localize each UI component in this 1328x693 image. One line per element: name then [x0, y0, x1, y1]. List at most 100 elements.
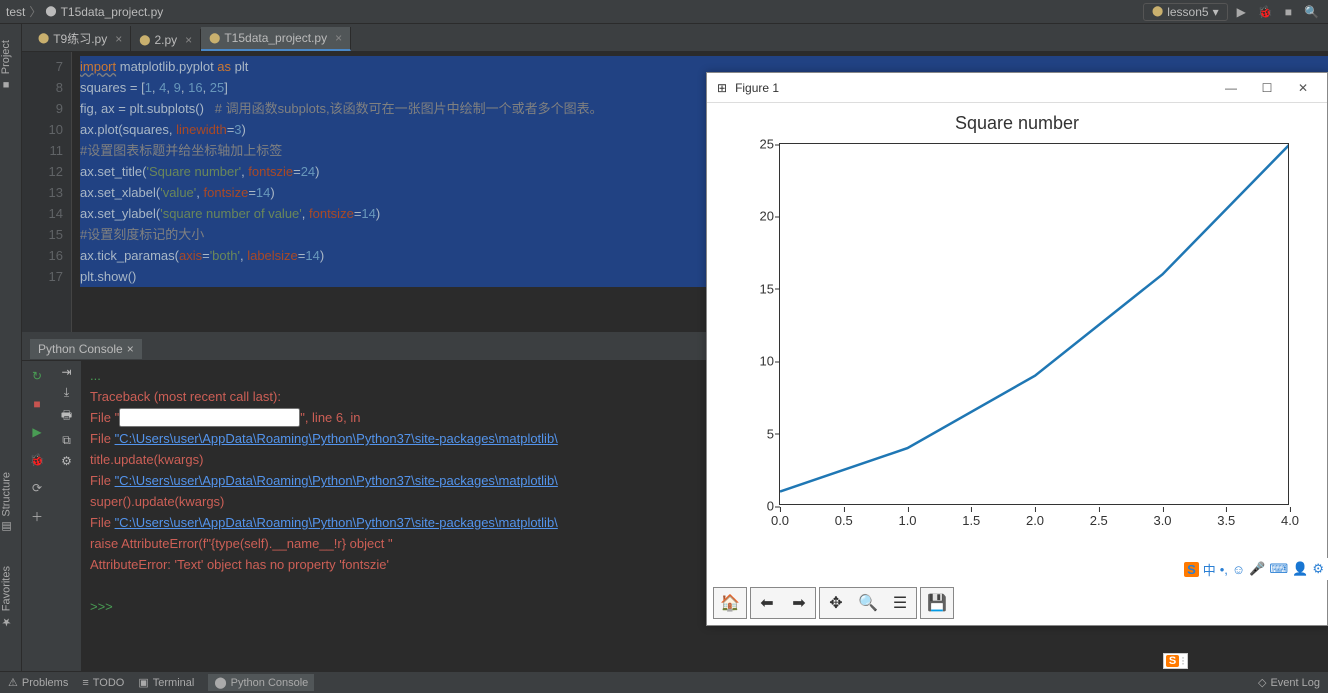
save-icon[interactable]: 💾: [921, 588, 953, 618]
ime-user-icon[interactable]: 👤: [1292, 561, 1308, 577]
terminal-tool[interactable]: ▣Terminal: [138, 676, 194, 689]
back-icon[interactable]: ⬅: [751, 588, 783, 618]
ime-mic-icon[interactable]: 🎤: [1249, 561, 1265, 577]
breadcrumb-root[interactable]: test: [6, 5, 25, 19]
favorites-tool[interactable]: ★ Favorites: [0, 560, 13, 634]
history-icon[interactable]: ⟳: [26, 477, 48, 499]
ime-settings-icon[interactable]: ⚙: [1312, 561, 1324, 577]
axes: 05101520250.00.51.01.52.02.53.03.54.0: [779, 143, 1289, 505]
x-tick: 3.0: [1153, 513, 1171, 528]
traceback-link[interactable]: "C:\Users\user\AppData\Roaming\Python\Py…: [115, 431, 558, 446]
stop-icon[interactable]: ■: [26, 393, 48, 415]
x-tick: 4.0: [1281, 513, 1299, 528]
y-tick: 5: [748, 426, 774, 441]
run-config-label: lesson5: [1167, 5, 1208, 19]
close-button[interactable]: ✕: [1289, 81, 1317, 95]
y-tick: 10: [748, 354, 774, 369]
x-tick: 3.5: [1217, 513, 1235, 528]
mpl-toolbar: 🏠 ⬅➡ ✥🔍☰ 💾: [707, 581, 960, 625]
breadcrumb: test 〉 ⬤ T15data_project.py: [6, 3, 1143, 20]
tab-label: T15data_project.py: [224, 31, 327, 45]
line-series: [780, 144, 1288, 504]
console-tab-label: Python Console: [38, 342, 123, 356]
x-tick: 1.5: [962, 513, 980, 528]
top-toolbar: test 〉 ⬤ T15data_project.py ⬤ lesson5 ▾ …: [0, 0, 1328, 24]
python-console-tab[interactable]: Python Console ×: [30, 339, 142, 359]
event-log-tool[interactable]: ◇Event Log: [1258, 676, 1320, 689]
left-tool-strip: ■ Project ▤ Structure ★ Favorites: [0, 24, 22, 671]
editor-tab[interactable]: ⬤ 2.py ×: [131, 29, 201, 51]
editor-tab[interactable]: ⬤T9练习.py×: [30, 26, 131, 51]
figure-window[interactable]: ⊞ Figure 1 — ☐ ✕ Square number 051015202…: [706, 72, 1328, 626]
x-tick: 0.5: [835, 513, 853, 528]
pan-icon[interactable]: ✥: [820, 588, 852, 618]
sogou-icon-small: S: [1166, 655, 1179, 667]
traceback-link[interactable]: "C:\Users\user\AppData\Roaming\Python\Py…: [115, 515, 558, 530]
forward-icon[interactable]: ➡: [783, 588, 815, 618]
breadcrumb-file[interactable]: T15data_project.py: [61, 5, 164, 19]
problems-tool[interactable]: ⚠Problems: [8, 676, 68, 689]
todo-icon: ≡: [82, 677, 88, 689]
sogou-icon[interactable]: S: [1184, 562, 1199, 577]
settings-icon[interactable]: ⚙: [61, 454, 72, 468]
home-icon[interactable]: 🏠: [714, 588, 746, 618]
editor-tab[interactable]: ⬤ T15data_project.py ×: [201, 27, 351, 51]
add-icon[interactable]: ＋: [26, 505, 48, 527]
traceback-link[interactable]: "C:\Users\user\AppData\Roaming\Python\Py…: [115, 473, 558, 488]
bottom-toolbar: ⚠Problems ≡TODO ▣Terminal ⬤Python Consol…: [0, 671, 1328, 693]
link-icon[interactable]: ⧉: [62, 433, 71, 448]
chevron-right-icon: 〉: [29, 3, 41, 20]
ime-toolbar[interactable]: S 中 •, ☺ 🎤 ⌨ 👤 ⚙: [1180, 558, 1328, 580]
x-tick: 0.0: [771, 513, 789, 528]
zoom-icon[interactable]: 🔍: [852, 588, 884, 618]
project-tool[interactable]: ■ Project: [0, 34, 12, 96]
ime-emoji-icon[interactable]: ☺: [1232, 562, 1245, 577]
close-icon[interactable]: ×: [115, 32, 122, 46]
ime-punct-icon[interactable]: •,: [1220, 562, 1228, 577]
window-titlebar[interactable]: ⊞ Figure 1 — ☐ ✕: [707, 73, 1327, 103]
terminal-icon: ▣: [138, 676, 148, 689]
softwrap-icon[interactable]: ⇥: [61, 365, 71, 379]
y-tick: 0: [748, 499, 774, 514]
scroll-end-icon[interactable]: ⤓: [64, 385, 69, 400]
search-icon[interactable]: 🔍: [1301, 5, 1322, 19]
python-file-icon: ⬤: [139, 35, 150, 46]
close-icon[interactable]: ×: [185, 33, 192, 47]
run-icon[interactable]: ▶: [1234, 5, 1249, 19]
minimize-button[interactable]: —: [1217, 81, 1245, 95]
x-tick: 1.0: [898, 513, 916, 528]
tab-label: 2.py: [154, 33, 177, 47]
debug-icon[interactable]: 🐞: [26, 449, 48, 471]
close-icon[interactable]: ×: [127, 342, 134, 356]
python-icon: ⬤: [214, 676, 226, 689]
editor-tabs: ⬤T9练习.py× ⬤ 2.py × ⬤ T15data_project.py ×: [0, 24, 1328, 52]
python-file-icon: ⬤: [209, 33, 220, 44]
dropdown-icon: ⁝: [1181, 654, 1185, 668]
rerun-icon[interactable]: ↻: [26, 365, 48, 387]
todo-tool[interactable]: ≡TODO: [82, 677, 124, 689]
x-tick: 2.0: [1026, 513, 1044, 528]
language-indicator[interactable]: S ⁝: [1163, 653, 1188, 669]
console-toolbar-left: ↻ ■ ▶ 🐞 ⟳ ＋: [22, 361, 52, 671]
configure-icon[interactable]: ☰: [884, 588, 916, 618]
maximize-button[interactable]: ☐: [1253, 81, 1281, 95]
close-icon[interactable]: ×: [335, 31, 342, 45]
warning-icon: ⚠: [8, 676, 18, 689]
run-icon[interactable]: ▶: [26, 421, 48, 443]
structure-tool[interactable]: ▤ Structure: [0, 466, 13, 540]
x-tick: 2.5: [1090, 513, 1108, 528]
console-toolbar-2: ⇥ ⤓ 🖶 ⧉ ⚙: [52, 361, 82, 671]
chart-title: Square number: [707, 113, 1327, 134]
ime-keyboard-icon[interactable]: ⌨: [1269, 561, 1288, 577]
event-log-icon: ◇: [1258, 676, 1266, 689]
chevron-down-icon: ▾: [1213, 5, 1219, 19]
stop-icon[interactable]: ■: [1282, 5, 1295, 19]
y-tick: 15: [748, 281, 774, 296]
run-config-dropdown[interactable]: ⬤ lesson5 ▾: [1143, 3, 1228, 21]
print-icon[interactable]: 🖶: [61, 406, 72, 427]
line-gutter: 7891011121314151617: [22, 52, 72, 332]
python-console-tool[interactable]: ⬤Python Console: [208, 674, 314, 691]
debug-icon[interactable]: 🐞: [1255, 5, 1276, 19]
window-title: Figure 1: [735, 81, 779, 95]
ime-lang[interactable]: 中: [1203, 560, 1216, 579]
